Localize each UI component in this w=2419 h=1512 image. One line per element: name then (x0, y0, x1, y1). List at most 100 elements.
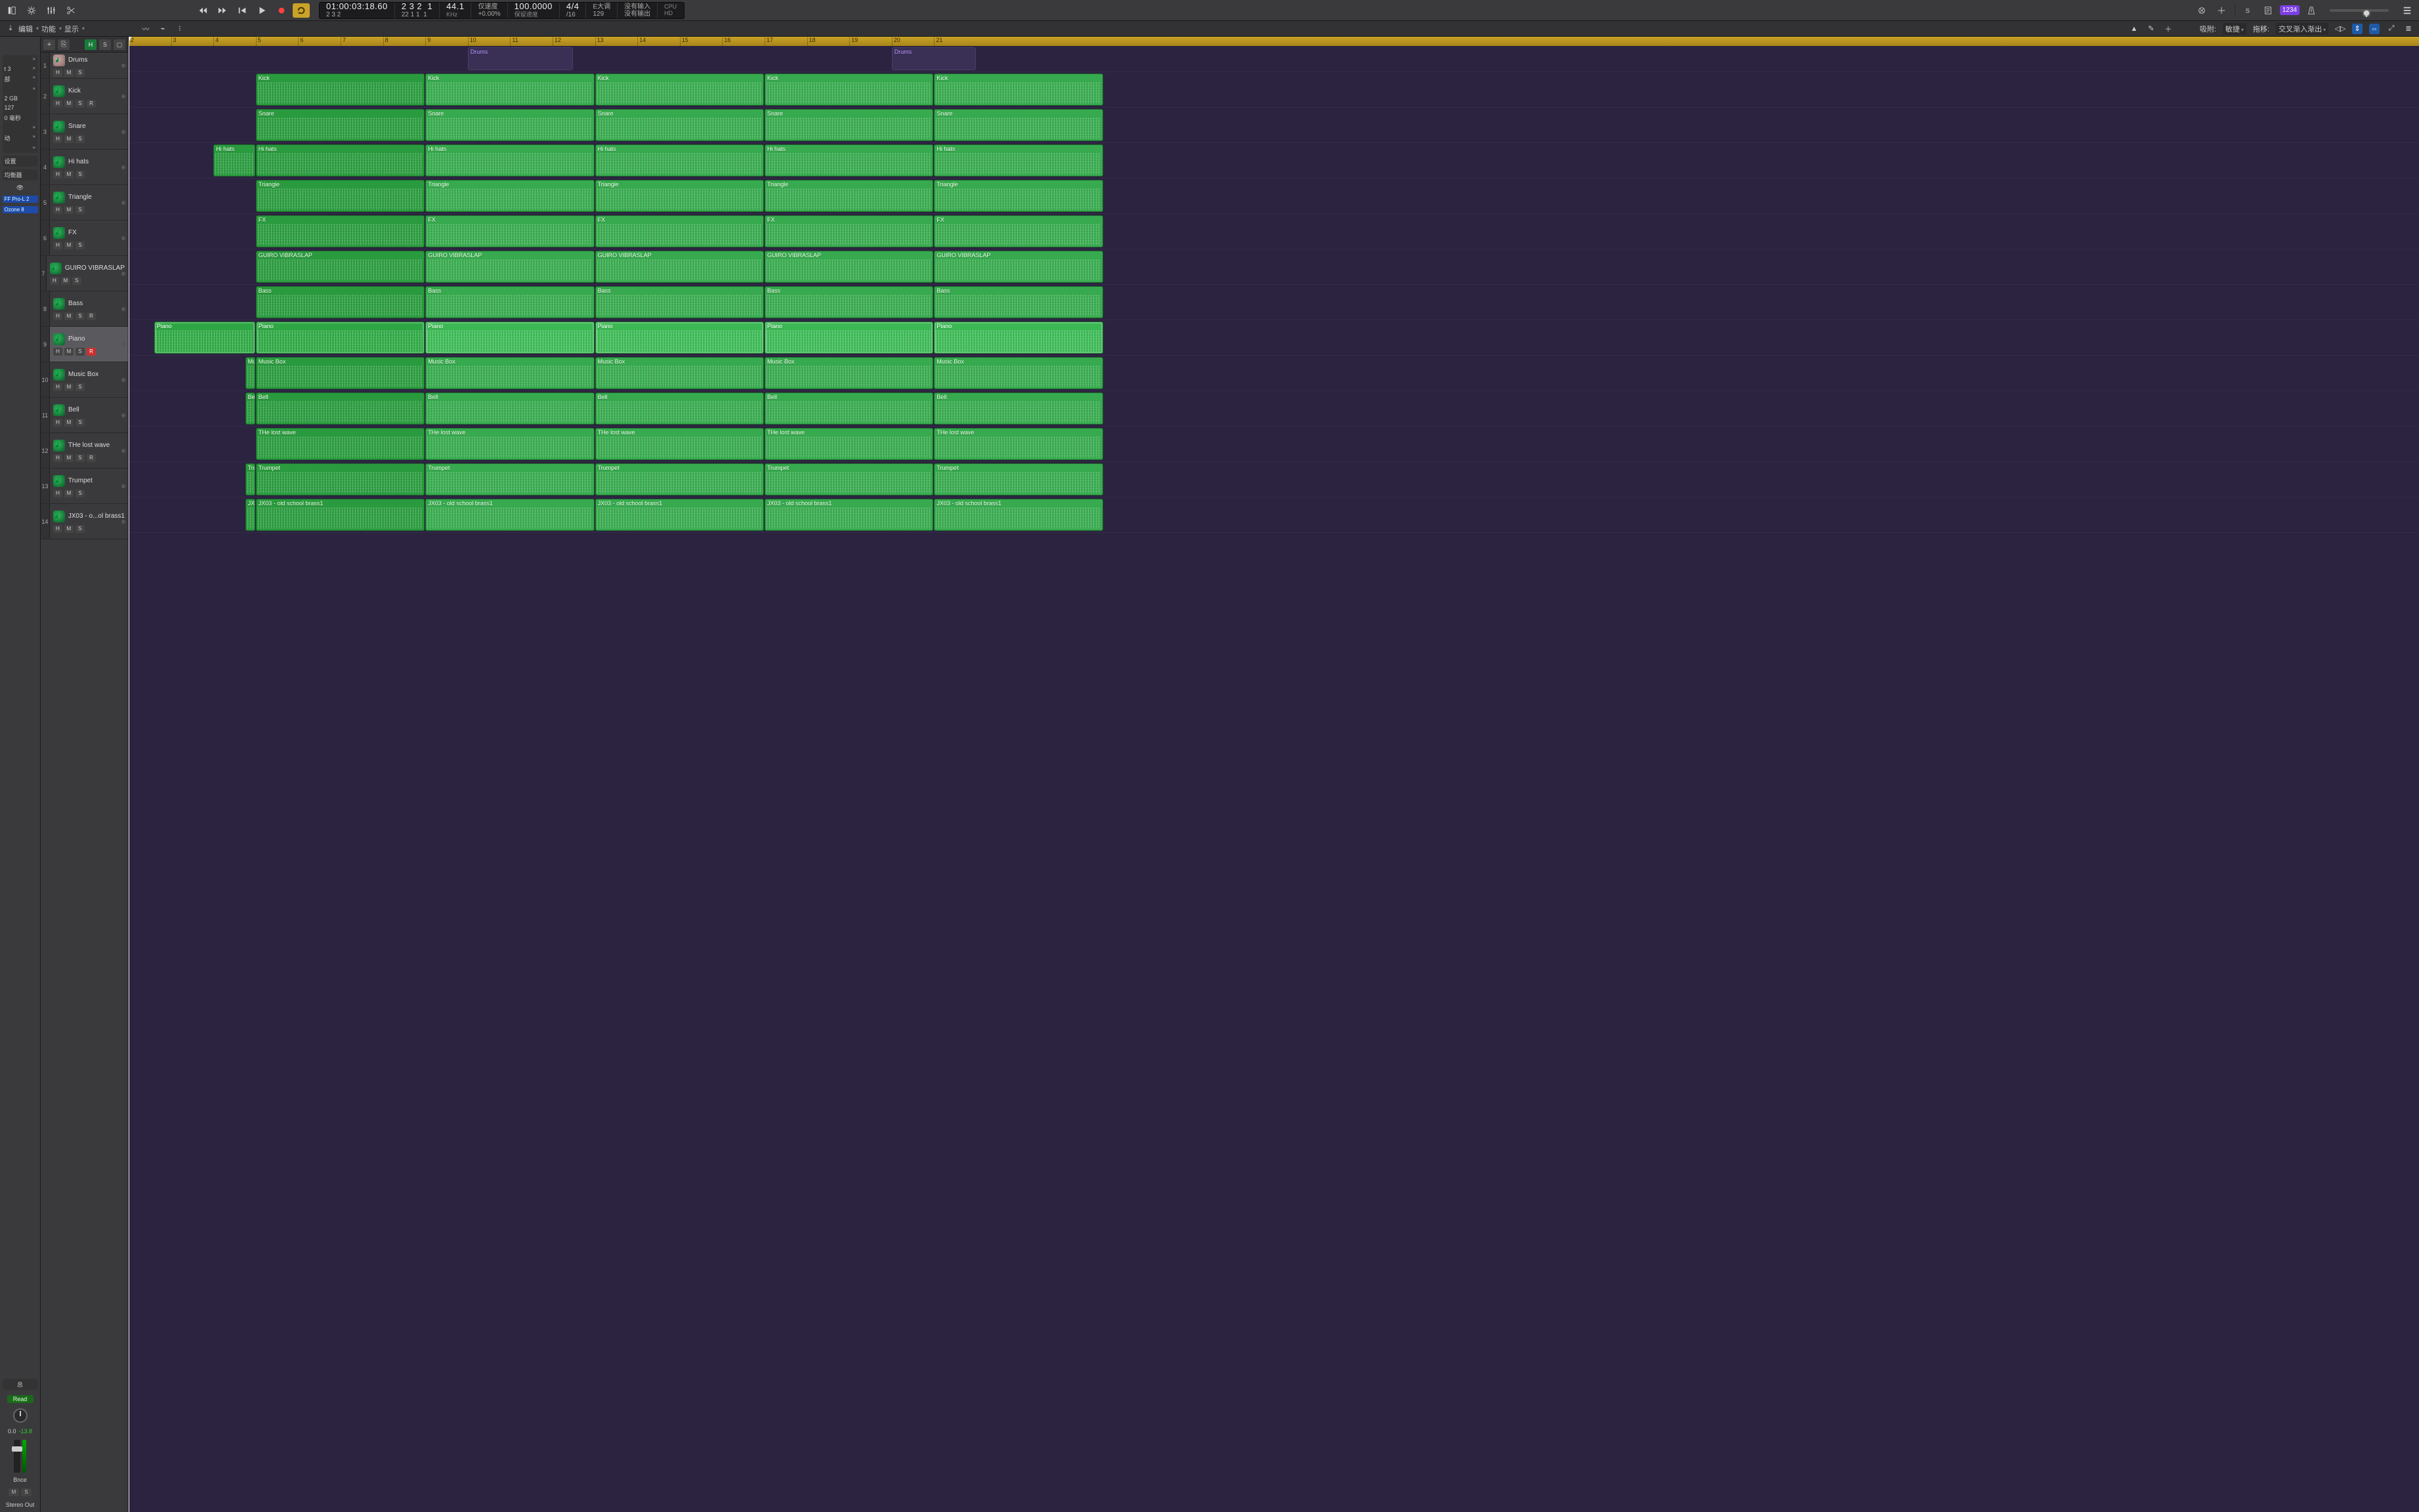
midi-region[interactable]: Bell (256, 392, 425, 425)
midi-region[interactable]: GUIRO VIBRASLAP (595, 251, 764, 283)
ruler-bar-marker[interactable]: 21 (934, 37, 942, 46)
midi-region[interactable]: Trumpet (256, 463, 425, 495)
midi-region[interactable]: FX (765, 215, 933, 247)
track-r-button[interactable]: R (87, 348, 96, 356)
midi-region[interactable]: JX0 (245, 499, 255, 531)
solo-lock-button[interactable]: S (2240, 3, 2256, 18)
track-header[interactable]: 2KickHMSR (41, 79, 128, 114)
track-name-label[interactable]: THe lost wave (68, 442, 110, 449)
midi-region[interactable]: Kick (425, 74, 594, 106)
pan-knob[interactable] (13, 1408, 28, 1423)
cycle-button[interactable] (293, 3, 310, 18)
inspector-param-row[interactable]: 部 (3, 74, 38, 85)
track-m-button[interactable]: M (64, 348, 74, 356)
track-s-button[interactable]: S (75, 171, 85, 178)
ruler-bar-marker[interactable]: 5 (256, 37, 261, 46)
track-name-label[interactable]: Snare (68, 123, 86, 130)
automation-select-icon[interactable]: ⁝ (175, 24, 185, 34)
midi-region[interactable]: Hi hats (213, 144, 255, 177)
midi-region[interactable]: Snare (934, 109, 1103, 141)
track-name-label[interactable]: Hi hats (68, 158, 89, 165)
inspector-param-row[interactable]: 动 (3, 133, 38, 144)
midi-region[interactable]: Snare (256, 109, 425, 141)
library-toggle-button[interactable] (4, 3, 20, 18)
midi-region[interactable]: Mu (245, 357, 255, 389)
midi-region[interactable]: Music Box (256, 357, 425, 389)
pencil-tool-icon[interactable]: ✎ (2146, 24, 2156, 34)
arrange-lane[interactable]: GUIRO VIBRASLAPGUIRO VIBRASLAPGUIRO VIBR… (129, 249, 2419, 285)
track-m-button[interactable]: M (64, 383, 74, 391)
global-hide-button[interactable]: H (85, 39, 96, 50)
midi-region[interactable]: Hi hats (934, 144, 1103, 177)
track-name-label[interactable]: Triangle (68, 194, 92, 201)
track-header[interactable]: 5TriangleHMS (41, 185, 128, 220)
track-s-button[interactable]: S (75, 242, 85, 249)
track-h-button[interactable]: H (53, 348, 62, 356)
track-r-button[interactable]: R (87, 312, 96, 320)
track-h-button[interactable]: H (53, 69, 62, 77)
midi-region[interactable]: JX03 - old school brass1 (765, 499, 933, 531)
inspector-param-row[interactable] (3, 144, 38, 153)
midi-region[interactable]: Bass (595, 286, 764, 318)
midi-region[interactable]: Hi hats (595, 144, 764, 177)
midi-region[interactable]: THe lost wave (425, 428, 594, 460)
inspector-param-row[interactable] (3, 123, 38, 133)
plugin-slot-1[interactable]: FF Pro-L 2 (3, 196, 38, 203)
track-name-label[interactable]: Piano (68, 335, 85, 343)
midi-region[interactable]: Triangle (425, 180, 594, 212)
arrange-lane[interactable]: THe lost waveTHe lost waveTHe lost waveT… (129, 427, 2419, 462)
zoom-fit-icon[interactable]: ⤢ (2386, 24, 2397, 34)
arrange-lane[interactable]: PianoPianoPianoPianoPianoPiano (129, 320, 2419, 356)
track-name-label[interactable]: Kick (68, 87, 81, 94)
midi-region[interactable]: Snare (425, 109, 594, 141)
track-header[interactable]: 4Hi hatsHMS (41, 150, 128, 185)
duplicate-track-button[interactable]: ⎘ (58, 39, 70, 50)
ruler-bar-marker[interactable]: 9 (425, 37, 431, 46)
track-name-label[interactable]: Music Box (68, 371, 98, 378)
midi-region[interactable]: GUIRO VIBRASLAP (765, 251, 933, 283)
lcd-tempo[interactable]: 100.0000 保留速度 (508, 3, 560, 18)
inspector-param-row[interactable]: t 3 (3, 64, 38, 74)
inspector-eq-slot[interactable]: 均衡器 (3, 169, 38, 180)
midi-region[interactable]: Trumpet (595, 463, 764, 495)
ruler-bar-marker[interactable]: 20 (892, 37, 900, 46)
track-name-label[interactable]: GUIRO VIBRASLAP (65, 264, 125, 272)
midi-region[interactable]: Triangle (765, 180, 933, 212)
midi-region[interactable]: Trumpet (765, 463, 933, 495)
lcd-sample-rate[interactable]: 44.1 KHz (440, 3, 471, 18)
midi-region[interactable]: FX (934, 215, 1103, 247)
track-h-button[interactable]: H (53, 454, 62, 462)
midi-region[interactable]: THe lost wave (595, 428, 764, 460)
ruler-bar-marker[interactable]: 4 (213, 37, 219, 46)
track-h-button[interactable]: H (50, 277, 59, 285)
ruler-bar-marker[interactable]: 11 (510, 37, 518, 46)
arrange-area[interactable]: 23456789101112131415161718192021 DrumsDr… (129, 37, 2419, 1512)
track-h-button[interactable]: H (53, 171, 62, 178)
midi-region[interactable]: FX (595, 215, 764, 247)
low-latency-button[interactable] (2214, 3, 2229, 18)
midi-region[interactable]: Bell (595, 392, 764, 425)
midi-region[interactable]: Bass (256, 286, 425, 318)
midi-region[interactable]: Bell (245, 392, 255, 425)
view-icon[interactable]: 👁 (14, 183, 27, 192)
track-r-button[interactable]: R (87, 454, 96, 462)
ruler-bar-marker[interactable]: 7 (341, 37, 346, 46)
arrange-lane[interactable]: TruTrumpetTrumpetTrumpetTrumpetTrumpet (129, 462, 2419, 497)
midi-region[interactable]: Kick (765, 74, 933, 106)
track-header[interactable]: 10Music BoxHMS (41, 362, 128, 398)
functions-menu[interactable]: 功能 (41, 24, 62, 34)
view-menu[interactable]: 显示 (64, 24, 85, 34)
lcd-position[interactable]: 01:00:03:18.60 2 3 2 (320, 3, 395, 18)
ruler-bar-marker[interactable]: 12 (553, 37, 561, 46)
arrange-lane[interactable]: TriangleTriangleTriangleTriangleTriangle (129, 178, 2419, 214)
midi-region[interactable]: GUIRO VIBRASLAP (934, 251, 1103, 283)
edit-menu[interactable]: 编辑 (18, 24, 39, 34)
midi-region[interactable]: Bass (934, 286, 1103, 318)
track-header[interactable]: 3SnareHMS (41, 114, 128, 150)
replace-mode-button[interactable] (2194, 3, 2210, 18)
ruler-bar-marker[interactable]: 19 (849, 37, 858, 46)
add-track-button[interactable]: + (43, 39, 55, 50)
automation-read-button[interactable]: Read (7, 1395, 33, 1403)
track-s-button[interactable]: S (75, 383, 85, 391)
midi-region[interactable]: Bell (425, 392, 594, 425)
